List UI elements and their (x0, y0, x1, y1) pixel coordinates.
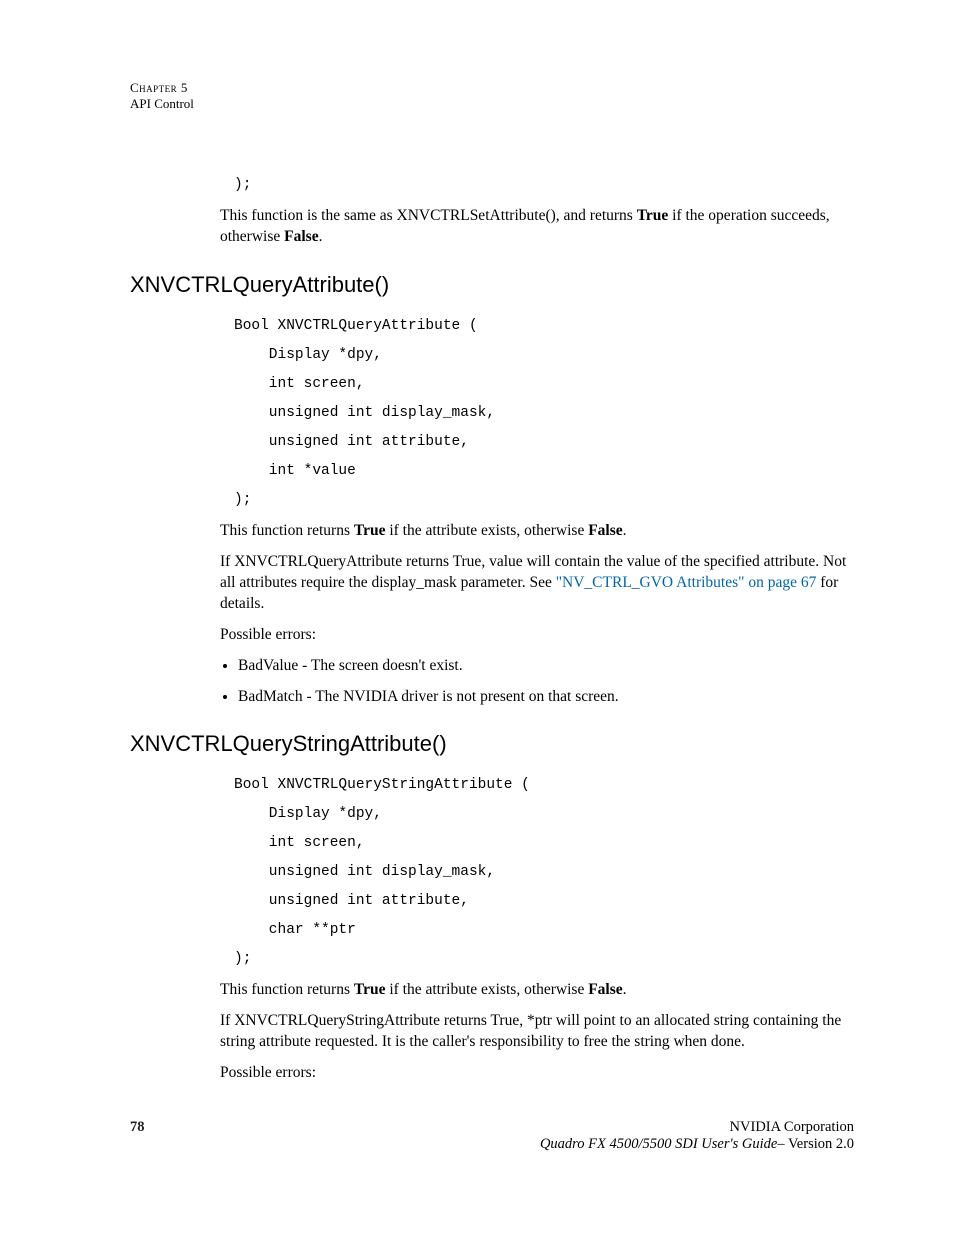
text: . (623, 522, 627, 539)
paragraph: If XNVCTRLQueryAttribute returns True, v… (220, 552, 854, 615)
text: This function returns (220, 981, 354, 998)
paragraph: This function returns True if the attrib… (220, 980, 854, 1001)
page-number: 78 (130, 1119, 145, 1135)
text-bold: True (354, 522, 386, 539)
code-block-query-attribute: Bool XNVCTRLQueryAttribute ( Display *dp… (234, 312, 854, 515)
text-bold: True (354, 981, 386, 998)
intro-paragraph: This function is the same as XNVCTRLSetA… (220, 206, 854, 248)
heading-query-string-attribute: XNVCTRLQueryStringAttribute() (130, 731, 854, 757)
page-content: ); This function is the same as XNVCTRLS… (220, 171, 854, 1084)
text: . (319, 228, 323, 245)
error-list: BadValue - The screen doesn't exist. Bad… (220, 656, 854, 708)
paragraph: This function returns True if the attrib… (220, 521, 854, 542)
text: . (623, 981, 627, 998)
footer-company: NVIDIA Corporation (730, 1119, 854, 1135)
page-header: Chapter 5 API Control (130, 80, 854, 111)
heading-query-attribute: XNVCTRLQueryAttribute() (130, 272, 854, 298)
paragraph: Possible errors: (220, 625, 854, 646)
cross-reference-link[interactable]: "NV_CTRL_GVO Attributes" on page 67 (556, 574, 817, 591)
code-block-query-string-attribute: Bool XNVCTRLQueryStringAttribute ( Displ… (234, 771, 854, 974)
page-footer: 78 NVIDIA Corporation Quadro FX 4500/550… (130, 1119, 854, 1153)
footer-right: NVIDIA Corporation Quadro FX 4500/5500 S… (540, 1119, 854, 1153)
text: if the attribute exists, otherwise (385, 522, 588, 539)
list-item: BadMatch - The NVIDIA driver is not pres… (238, 687, 854, 708)
section-label: API Control (130, 96, 854, 112)
text: This function is the same as XNVCTRLSetA… (220, 207, 637, 224)
code-fragment-tail: ); (234, 171, 854, 200)
paragraph: Possible errors: (220, 1063, 854, 1084)
text-bold: False (588, 522, 622, 539)
chapter-label: Chapter 5 (130, 80, 854, 96)
text-bold: False (284, 228, 318, 245)
text: This function returns (220, 522, 354, 539)
footer-doc-title: Quadro FX 4500/5500 SDI User's Guide (540, 1136, 777, 1152)
text-bold: True (637, 207, 669, 224)
text: if the attribute exists, otherwise (385, 981, 588, 998)
paragraph: If XNVCTRLQueryStringAttribute returns T… (220, 1011, 854, 1053)
page: Chapter 5 API Control ); This function i… (0, 0, 954, 1235)
footer-version: Version 2.0 (788, 1136, 854, 1152)
footer-sep: – (777, 1136, 788, 1152)
text-bold: False (588, 981, 622, 998)
list-item: BadValue - The screen doesn't exist. (238, 656, 854, 677)
